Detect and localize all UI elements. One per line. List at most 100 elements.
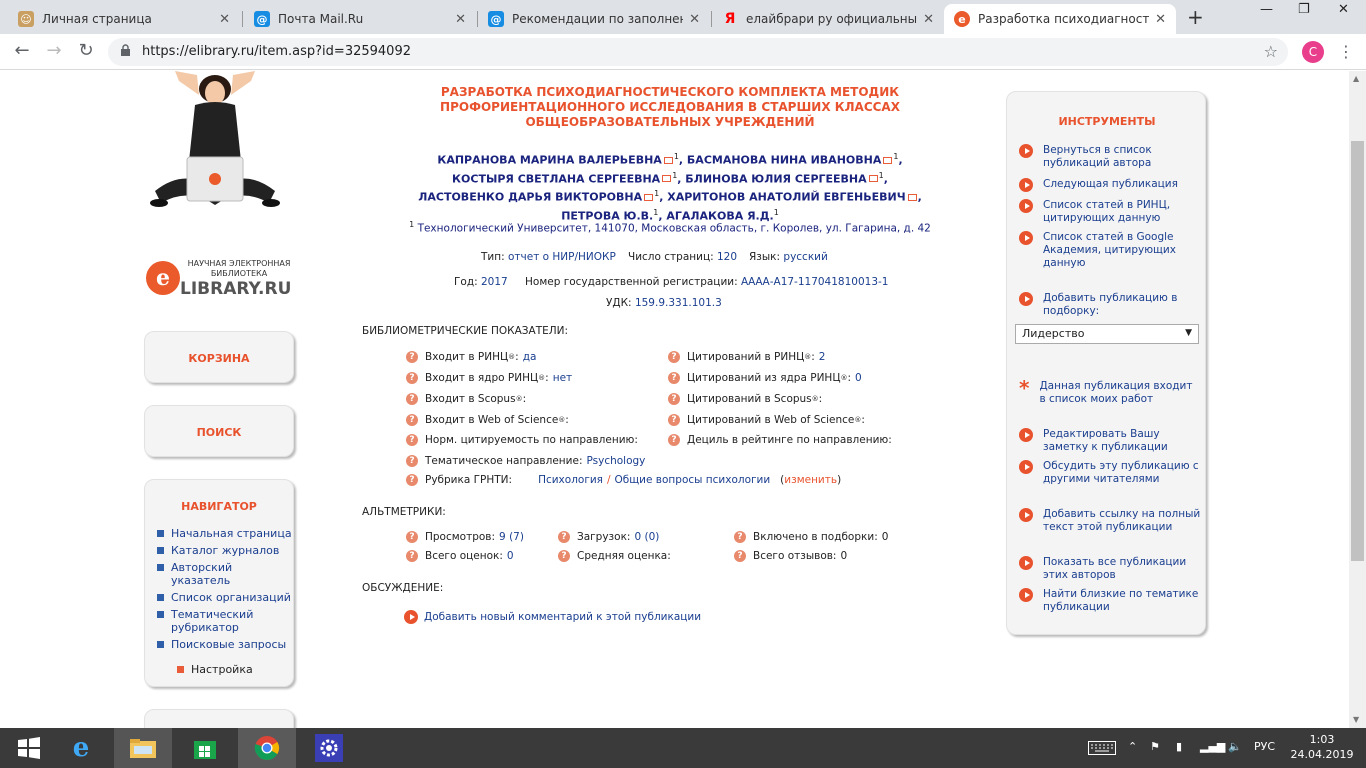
help-icon[interactable]: ? <box>668 434 680 446</box>
tool-back-to-author-list[interactable]: Вернуться в список публикаций автора <box>1019 144 1201 170</box>
tab-personal-page[interactable]: ☺ Личная страница ✕ <box>8 4 240 34</box>
reload-button[interactable]: ↻ <box>74 40 98 61</box>
network-signal-icon[interactable]: ▂▄▆ <box>1200 740 1225 753</box>
nav-item-organizations[interactable]: Список организаций <box>157 591 293 604</box>
tab-mail[interactable]: @ Почта Mail.Ru ✕ <box>244 4 476 34</box>
tool-next-publication[interactable]: Следующая публикация <box>1019 178 1201 192</box>
taskbar-settings[interactable] <box>300 728 358 768</box>
minimize-button[interactable]: — <box>1260 2 1273 17</box>
nav-item-journals[interactable]: Каталог журналов <box>157 544 293 557</box>
tool-label[interactable]: Найти близкие по тематике публикации <box>1043 588 1201 614</box>
bookmark-star-icon[interactable]: ☆ <box>1264 42 1278 61</box>
help-icon[interactable]: ? <box>406 531 418 543</box>
altmetric-value[interactable]: 9 (7) <box>499 531 524 543</box>
help-icon[interactable]: ? <box>668 414 680 426</box>
close-icon[interactable]: ✕ <box>455 12 466 27</box>
mail-icon[interactable] <box>644 193 654 201</box>
help-icon[interactable]: ? <box>734 550 746 562</box>
author-link[interactable]: БАСМАНОВА НИНА ИВАНОВНА <box>687 154 881 167</box>
mail-icon[interactable] <box>662 175 672 183</box>
tool-label[interactable]: Добавить публикацию в подборку: <box>1043 292 1201 318</box>
volume-icon[interactable]: 🔈 <box>1228 740 1242 753</box>
settings-link[interactable]: Настройка <box>145 663 293 676</box>
cart-box[interactable]: КОРЗИНА <box>144 331 294 383</box>
tool-add-to-collection[interactable]: Добавить публикацию в подборку: <box>1019 292 1201 318</box>
help-icon[interactable]: ? <box>406 474 418 486</box>
close-icon[interactable]: ✕ <box>219 12 230 27</box>
keyboard-icon[interactable] <box>1088 741 1116 758</box>
new-tab-button[interactable]: + <box>1187 5 1204 29</box>
year-value[interactable]: 2017 <box>481 276 508 288</box>
change-grnti-link[interactable]: изменить <box>784 474 837 486</box>
author-link[interactable]: КОСТЫРЯ СВЕТЛАНА СЕРГЕЕВНА <box>452 172 660 185</box>
taskbar-store[interactable] <box>176 728 234 768</box>
help-icon[interactable]: ? <box>558 531 570 543</box>
author-link[interactable]: БЛИНОВА ЮЛИЯ СЕРГЕЕВНА <box>685 172 866 185</box>
taskbar-chrome[interactable] <box>238 728 296 768</box>
mail-icon[interactable] <box>663 156 673 164</box>
nav-item-home[interactable]: Начальная страница <box>157 527 293 540</box>
tool-google-citing[interactable]: Список статей в Google Академия, цитирую… <box>1019 231 1201 270</box>
tab-elibrary-active[interactable]: e Разработка психодиагностиче ✕ <box>944 4 1176 34</box>
tool-label[interactable]: Список статей в РИНЦ, цитирующих данную <box>1043 199 1201 225</box>
help-icon[interactable]: ? <box>406 414 418 426</box>
start-button[interactable] <box>0 728 58 768</box>
nav-item-search-queries[interactable]: Поисковые запросы <box>157 638 293 651</box>
collection-select[interactable]: Лидерство ▼ <box>1015 324 1199 344</box>
indicator-value[interactable]: 2 <box>819 351 826 363</box>
tab-recommendations[interactable]: @ Рекомендации по заполнению ✕ <box>478 4 710 34</box>
tool-add-fulltext-link[interactable]: Добавить ссылку на полный текст этой пуб… <box>1019 508 1201 534</box>
help-icon[interactable]: ? <box>734 531 746 543</box>
tool-discuss[interactable]: Обсудить эту публикацию с другими читате… <box>1019 460 1201 486</box>
taskbar-explorer[interactable] <box>114 728 172 768</box>
tool-find-similar[interactable]: Найти близкие по тематике публикации <box>1019 588 1201 614</box>
tab-yandex-search[interactable]: Я елайбрари ру официальный с ✕ <box>712 4 944 34</box>
scrollbar-thumb[interactable] <box>1351 141 1364 561</box>
grnti-link-psychology[interactable]: Психология <box>538 474 603 486</box>
search-box[interactable]: ПОИСК <box>144 405 294 457</box>
profile-avatar[interactable]: C <box>1302 41 1324 63</box>
scroll-up-icon[interactable]: ▲ <box>1353 74 1359 83</box>
help-icon[interactable]: ? <box>406 393 418 405</box>
tool-label[interactable]: Редактировать Вашу заметку к публикации <box>1043 428 1201 454</box>
chevron-up-icon[interactable]: ⌃ <box>1128 740 1137 753</box>
close-icon[interactable]: ✕ <box>923 12 934 27</box>
close-icon[interactable]: ✕ <box>1155 12 1166 27</box>
help-icon[interactable]: ? <box>558 550 570 562</box>
nav-item-authors[interactable]: Авторский указатель <box>157 561 293 587</box>
tool-show-author-publications[interactable]: Показать все публикации этих авторов <box>1019 556 1201 582</box>
help-icon[interactable]: ? <box>406 372 418 384</box>
author-link[interactable]: КАПРАНОВА МАРИНА ВАЛЕРЬЕВНА <box>437 154 661 167</box>
author-link[interactable]: ХАРИТОНОВ АНАТОЛИЙ ЕВГЕНЬЕВИЧ <box>667 191 905 204</box>
back-button[interactable]: ← <box>10 40 34 61</box>
lang-value[interactable]: русский <box>783 251 827 263</box>
help-icon[interactable]: ? <box>668 393 680 405</box>
address-bar[interactable]: https://elibrary.ru/item.asp?id=32594092… <box>108 38 1288 66</box>
elibrary-logo[interactable]: e НАУЧНАЯ ЭЛЕКТРОННАЯ БИБЛИОТЕКА LIBRARY… <box>146 257 296 301</box>
flag-icon[interactable]: ⚑ <box>1150 740 1160 753</box>
help-icon[interactable]: ? <box>406 434 418 446</box>
type-value[interactable]: отчет о НИР/НИОКР <box>508 251 616 263</box>
tool-label[interactable]: Список статей в Google Академия, цитирую… <box>1043 231 1201 270</box>
language-indicator[interactable]: РУС <box>1254 740 1275 753</box>
close-icon[interactable]: ✕ <box>689 12 700 27</box>
help-icon[interactable]: ? <box>668 372 680 384</box>
system-clock[interactable]: 1:03 24.04.2019 <box>1288 732 1356 762</box>
cart-link[interactable]: КОРЗИНА <box>145 352 293 365</box>
mail-icon[interactable] <box>883 156 893 164</box>
search-link[interactable]: ПОИСК <box>145 426 293 439</box>
help-icon[interactable]: ? <box>406 351 418 363</box>
page-scrollbar[interactable]: ▲ ▼ <box>1349 71 1366 728</box>
tool-rinc-citing[interactable]: Список статей в РИНЦ, цитирующих данную <box>1019 199 1201 225</box>
nav-item-rubricator[interactable]: Тематический рубрикатор <box>157 608 257 634</box>
forward-button[interactable]: → <box>42 40 66 61</box>
close-window-button[interactable]: ✕ <box>1338 2 1349 17</box>
tool-label[interactable]: Следующая публикация <box>1043 178 1178 191</box>
scroll-down-icon[interactable]: ▼ <box>1353 715 1359 724</box>
help-icon[interactable]: ? <box>406 550 418 562</box>
browser-menu-icon[interactable]: ⋮ <box>1338 42 1354 61</box>
tool-label[interactable]: Добавить ссылку на полный текст этой пуб… <box>1043 508 1201 534</box>
tool-edit-note[interactable]: Редактировать Вашу заметку к публикации <box>1019 428 1201 454</box>
tool-label[interactable]: Обсудить эту публикацию с другими читате… <box>1043 460 1201 486</box>
mail-icon[interactable] <box>907 193 917 201</box>
